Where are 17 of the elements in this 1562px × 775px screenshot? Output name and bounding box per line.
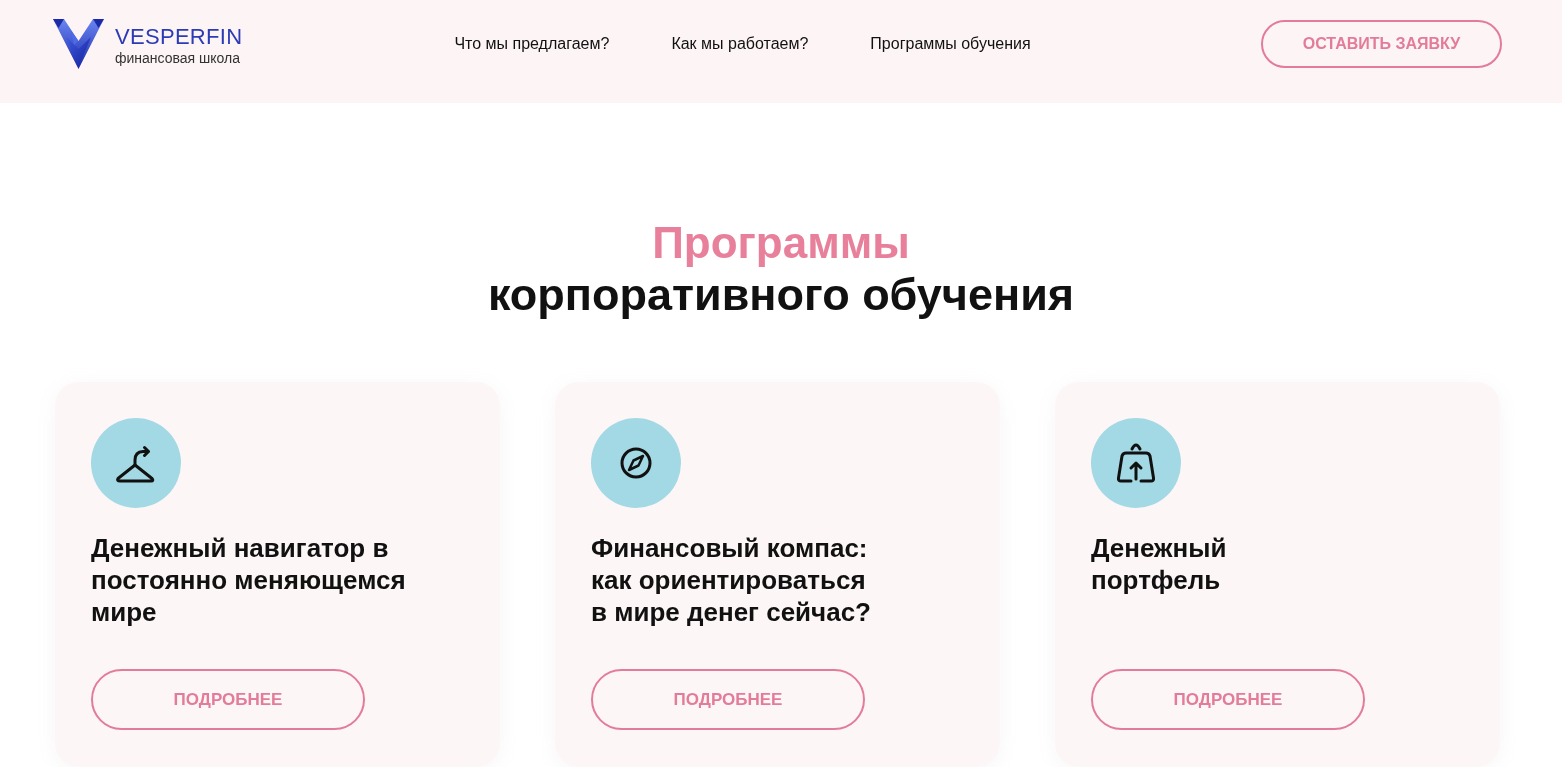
- nav-link[interactable]: Как мы работаем?: [671, 34, 809, 53]
- shopping-bag-icon: [1091, 418, 1181, 508]
- details-button[interactable]: ПОДРОБНЕЕ: [91, 669, 365, 730]
- section-heading: Программы корпоративного обучения: [487, 217, 1075, 320]
- request-button[interactable]: ОСТАВИТЬ ЗАЯВКУ: [1261, 19, 1502, 68]
- hanger-icon: [91, 418, 181, 508]
- logo-wordmark: VESPERFIN: [115, 26, 243, 48]
- logo-mark-icon: [53, 18, 104, 69]
- logo-tagline: финансовая школа: [115, 51, 241, 65]
- nav-link[interactable]: Что мы предлагаем?: [454, 34, 610, 53]
- nav-link[interactable]: Программы обучения: [870, 34, 1031, 53]
- program-title: Денежный навигатор в постоянно меняющемся мире: [91, 532, 407, 628]
- compass-icon: [591, 418, 681, 508]
- program-title: Денежный портфель: [1091, 532, 1228, 596]
- details-button[interactable]: ПОДРОБНЕЕ: [591, 669, 865, 730]
- program-title: Финансовый компас: как ориентироваться в мире денег сейчас?: [591, 532, 872, 628]
- details-button[interactable]: ПОДРОБНЕЕ: [1091, 669, 1365, 730]
